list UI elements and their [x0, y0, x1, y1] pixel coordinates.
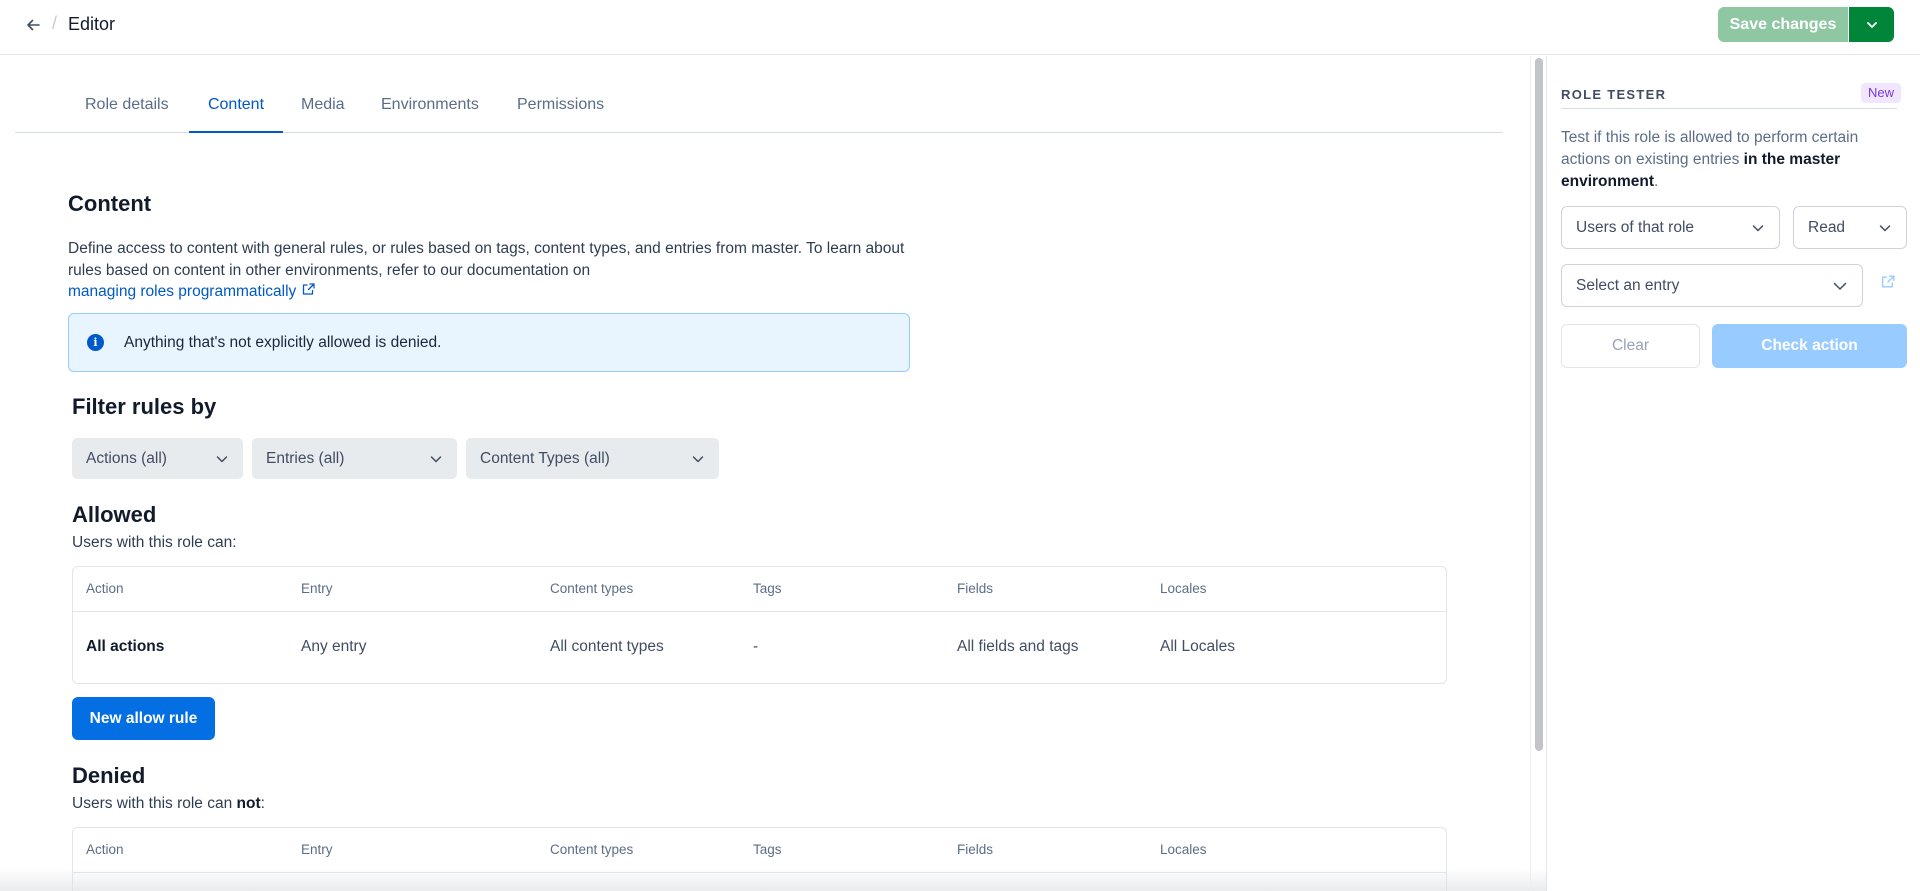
new-badge: New — [1861, 83, 1902, 103]
chevron-down-icon — [1879, 224, 1891, 231]
role-users-value: Users of that role — [1576, 218, 1695, 236]
back-arrow-icon[interactable] — [22, 14, 44, 36]
denied-subtitle: Users with this role can not: — [72, 795, 265, 813]
documentation-link[interactable]: managing roles programmatically — [68, 282, 316, 301]
content-heading: Content — [68, 191, 152, 216]
save-changes-button[interactable]: Save changes — [1718, 7, 1848, 42]
scrollbar-thumb[interactable] — [1535, 58, 1543, 751]
tab-media[interactable]: Media — [301, 86, 345, 133]
chevron-down-icon — [216, 455, 228, 462]
open-entry-external-icon[interactable] — [1881, 274, 1896, 294]
column-header-locales: Locales — [1160, 581, 1207, 596]
filter-actions-value: Actions (all) — [86, 449, 167, 467]
chevron-down-icon — [1752, 224, 1764, 231]
column-header-fields: Fields — [957, 581, 994, 596]
table-header: Action Entry Content types Tags Fields L… — [73, 828, 1446, 873]
entry-placeholder: Select an entry — [1576, 276, 1680, 294]
documentation-link-label[interactable]: managing roles programmatically — [68, 283, 296, 301]
column-header-fields: Fields — [957, 842, 994, 857]
column-header-entry: Entry — [301, 842, 333, 857]
cell-tags: - — [753, 638, 759, 655]
tab-environments[interactable]: Environments — [381, 86, 479, 133]
role-tester-description: Test if this role is allowed to perform … — [1561, 127, 1901, 193]
external-link-icon — [302, 282, 316, 301]
denied-subtitle-emphasis: not — [236, 795, 261, 812]
top-bar: / Editor Save changes — [0, 0, 1920, 55]
chevron-down-icon — [692, 455, 704, 462]
column-header-locales: Locales — [1160, 842, 1207, 857]
cell-content-types: All content types — [550, 638, 664, 655]
tab-content[interactable]: Content — [189, 86, 283, 133]
clear-button[interactable]: Clear — [1561, 324, 1700, 368]
chevron-down-icon — [1833, 282, 1847, 290]
denied-subtitle-suffix: : — [260, 795, 265, 812]
page-title: Editor — [68, 14, 116, 34]
chevron-down-icon — [430, 455, 442, 462]
action-select[interactable]: Read — [1793, 206, 1907, 249]
allowed-heading: Allowed — [72, 502, 157, 527]
role-tester-title: ROLE TESTER — [1561, 87, 1667, 102]
filter-content-types-select[interactable]: Content Types (all) — [466, 438, 719, 479]
column-header-action: Action — [86, 842, 124, 857]
content-description: Define access to content with general ru… — [68, 240, 905, 279]
column-header-action: Action — [86, 581, 124, 596]
action-value: Read — [1808, 218, 1846, 236]
column-header-content-types: Content types — [550, 581, 634, 596]
table-header: Action Entry Content types Tags Fields L… — [73, 567, 1446, 612]
tab-bar: Role details Content Media Environments … — [15, 86, 1503, 133]
column-header-tags: Tags — [753, 842, 782, 857]
cell-entry: Any entry — [301, 638, 367, 655]
cell-action: All actions — [86, 638, 165, 655]
new-allow-rule-button[interactable]: New allow rule — [72, 697, 215, 740]
column-header-tags: Tags — [753, 581, 782, 596]
role-users-select[interactable]: Users of that role — [1561, 206, 1780, 249]
role-tester-panel: ROLE TESTER New Test if this role is all… — [1546, 56, 1920, 891]
breadcrumb-separator: / — [52, 13, 58, 33]
cell-locales: All Locales — [1160, 638, 1235, 655]
main-scrollbar[interactable] — [1530, 56, 1546, 891]
denied-heading: Denied — [72, 763, 146, 788]
info-note-text: Anything that's not explicitly allowed i… — [124, 333, 442, 351]
column-header-entry: Entry — [301, 581, 333, 596]
tab-permissions[interactable]: Permissions — [517, 86, 604, 133]
column-header-content-types: Content types — [550, 842, 634, 857]
filter-content-types-value: Content Types (all) — [480, 449, 610, 467]
check-action-button[interactable]: Check action — [1712, 324, 1907, 368]
allowed-rules-table: Action Entry Content types Tags Fields L… — [72, 566, 1447, 684]
save-button-group: Save changes — [1718, 7, 1894, 42]
info-note: i Anything that's not explicitly allowed… — [68, 313, 910, 372]
allowed-subtitle: Users with this role can: — [72, 534, 237, 551]
filter-entries-value: Entries (all) — [266, 449, 345, 467]
entry-select[interactable]: Select an entry — [1561, 264, 1863, 307]
tab-role-details[interactable]: Role details — [85, 86, 169, 133]
filter-actions-select[interactable]: Actions (all) — [72, 438, 243, 479]
denied-subtitle-prefix: Users with this role can — [72, 795, 237, 812]
info-icon: i — [87, 334, 104, 351]
filter-entries-select[interactable]: Entries (all) — [252, 438, 457, 479]
cell-fields: All fields and tags — [957, 638, 1079, 655]
save-options-chevron-icon[interactable] — [1849, 7, 1894, 42]
filter-heading: Filter rules by — [72, 394, 217, 419]
role-tester-desc-suffix: . — [1654, 173, 1659, 190]
divider — [1561, 108, 1897, 109]
table-row[interactable]: All actions Any entry All content types … — [73, 612, 1446, 683]
